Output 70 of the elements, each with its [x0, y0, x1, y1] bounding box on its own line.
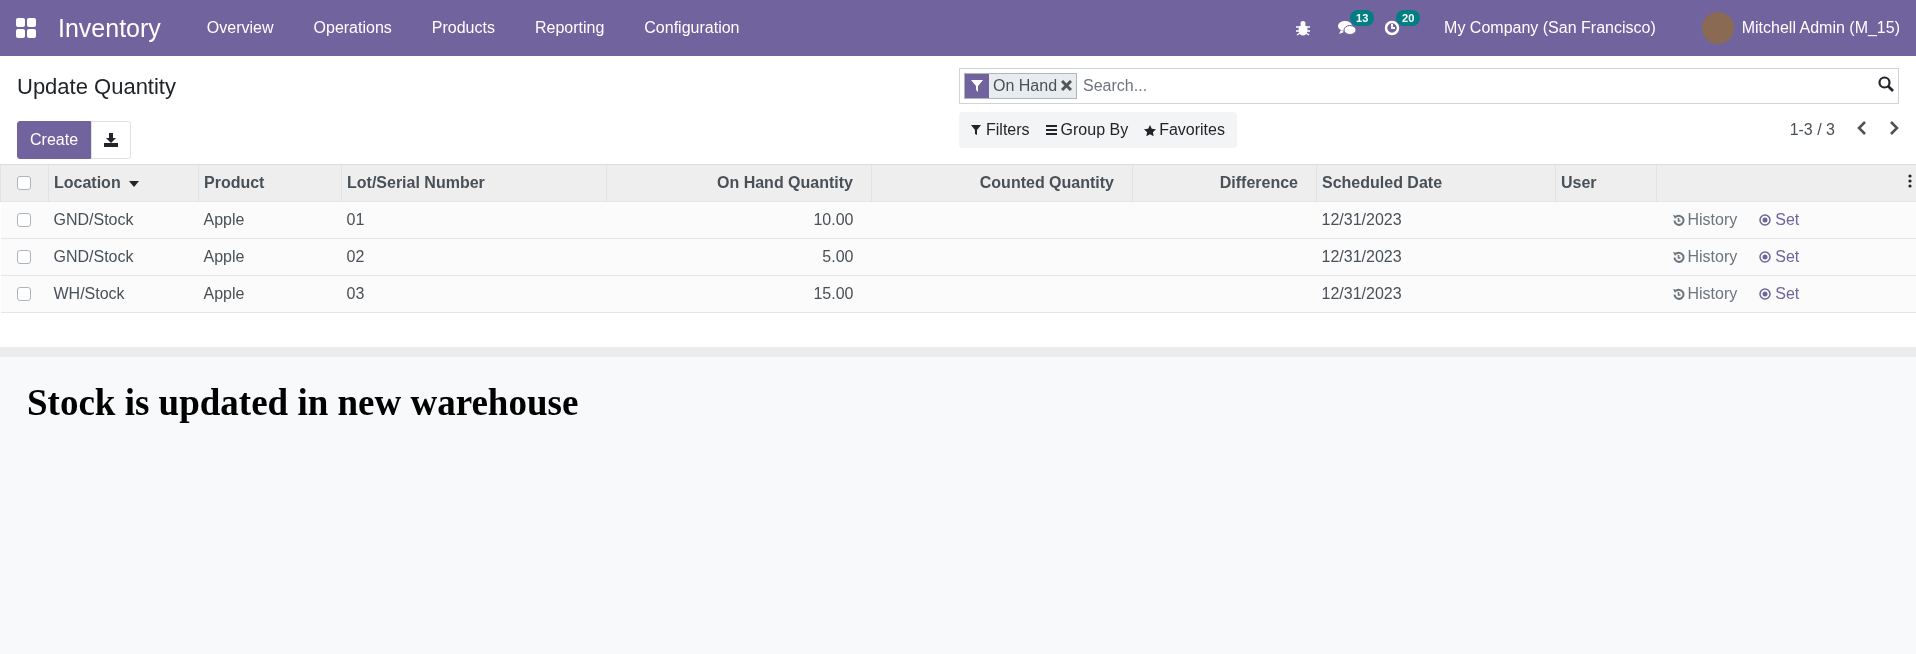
toolbar-button[interactable]: Group By: [1037, 121, 1137, 139]
table-cell: WH/Stock: [53, 285, 125, 302]
clock-icon: [1384, 20, 1401, 36]
sort-caret-icon: [128, 180, 139, 187]
search-field[interactable]: On Hand Search...: [959, 68, 1899, 104]
menu-item[interactable]: Reporting: [514, 19, 625, 37]
filter-facet[interactable]: On Hand: [964, 73, 1078, 99]
count-badge: 20: [1396, 10, 1421, 26]
table-cell: 12/31/2023: [1321, 285, 1402, 302]
more-options-icon[interactable]: [1907, 174, 1912, 188]
toolbar-button[interactable]: Filters: [963, 121, 1038, 139]
set-button[interactable]: Set: [1759, 211, 1800, 229]
company-switcher[interactable]: My Company (San Francisco): [1444, 19, 1656, 37]
star-icon: [1144, 124, 1157, 136]
pager-value: 1-3 / 3: [1789, 121, 1835, 139]
history-button[interactable]: History: [1671, 211, 1738, 229]
menu-item[interactable]: Overview: [186, 19, 294, 37]
chat-icon: [1338, 20, 1357, 36]
history-icon: [1671, 287, 1685, 301]
history-button[interactable]: History: [1671, 285, 1738, 303]
target-icon: [1759, 251, 1772, 263]
download-button[interactable]: [91, 121, 132, 159]
history-icon: [1671, 213, 1685, 227]
table-cell: 01: [346, 211, 365, 228]
table-cell: 12/31/2023: [1321, 248, 1402, 265]
set-button[interactable]: Set: [1759, 248, 1800, 266]
set-button[interactable]: Set: [1759, 285, 1800, 303]
table-cell: 12/31/2023: [1321, 211, 1402, 228]
filter-icon: [971, 124, 983, 136]
column-header[interactable]: Product: [204, 174, 265, 191]
download-icon: [104, 133, 119, 147]
column-header[interactable]: Difference: [1219, 174, 1298, 191]
chevron-left-icon[interactable]: [1857, 121, 1867, 135]
create-button[interactable]: Create: [17, 121, 92, 159]
table-cell: GND/Stock: [53, 211, 134, 228]
column-header[interactable]: User: [1561, 174, 1597, 191]
target-icon: [1759, 214, 1772, 226]
table-cell: Apple: [203, 211, 245, 228]
column-header[interactable]: Location: [54, 174, 121, 191]
chevron-right-icon[interactable]: [1889, 121, 1899, 135]
menu-item[interactable]: Products: [411, 19, 515, 37]
apps-grid-icon[interactable]: [16, 18, 36, 38]
search-icon: [1878, 76, 1894, 92]
table-cell: Apple: [203, 248, 245, 265]
table-cell: 03: [346, 285, 365, 302]
checkbox[interactable]: [16, 250, 31, 264]
history-button[interactable]: History: [1671, 248, 1738, 266]
table-cell: 02: [346, 248, 365, 265]
bug-icon: [1296, 20, 1311, 36]
checkbox[interactable]: [16, 287, 31, 301]
table-cell: 15.00: [813, 285, 854, 302]
checkbox[interactable]: [16, 213, 31, 227]
app-name[interactable]: Inventory: [58, 13, 161, 43]
table-cell: GND/Stock: [53, 248, 134, 265]
target-icon: [1759, 288, 1772, 300]
history-icon: [1671, 250, 1685, 264]
table-cell: 5.00: [822, 248, 854, 265]
user-menu[interactable]: Mitchell Admin (M_15): [1741, 19, 1900, 37]
list-icon: [1045, 124, 1058, 136]
table-cell: 10.00: [813, 211, 854, 228]
count-badge: 13: [1350, 10, 1375, 26]
checkbox[interactable]: [17, 176, 31, 190]
menu-item[interactable]: Operations: [293, 19, 412, 37]
caption-heading: Stock is updated in new warehouse: [27, 381, 580, 424]
table-cell: Apple: [203, 285, 245, 302]
filter-icon: [971, 80, 983, 92]
close-icon: [1061, 80, 1073, 91]
menu-item[interactable]: Configuration: [624, 19, 760, 37]
page-title: Update Quantity: [17, 74, 177, 100]
toolbar-button[interactable]: Favorites: [1136, 121, 1233, 139]
